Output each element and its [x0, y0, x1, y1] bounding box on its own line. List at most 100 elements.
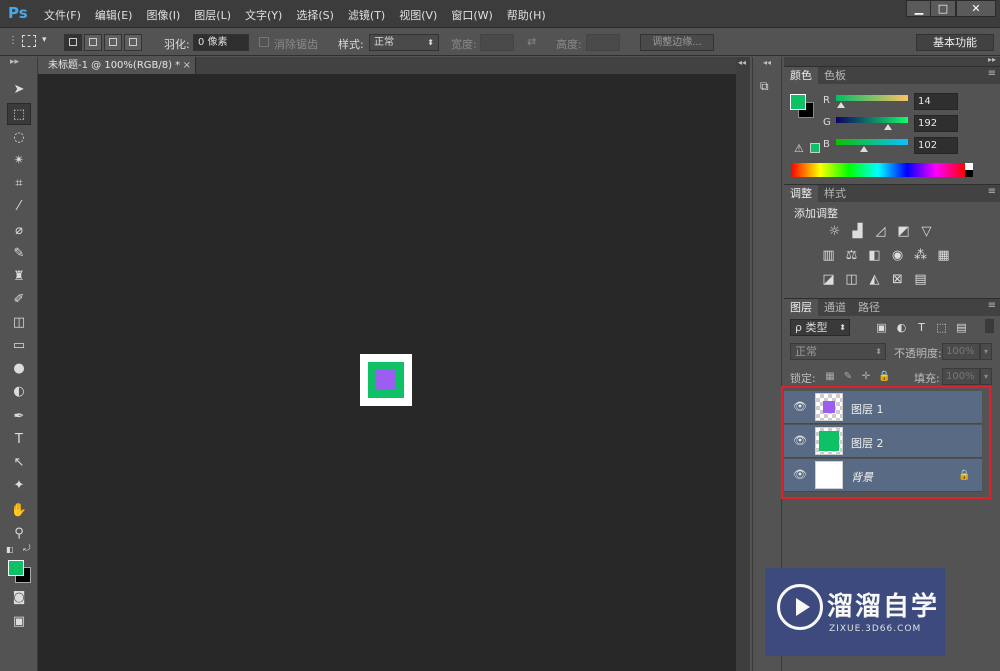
lasso-tool-icon[interactable]: ◌ [7, 127, 31, 149]
color-spectrum-bar[interactable] [791, 163, 965, 177]
new-selection-button[interactable] [64, 34, 82, 51]
chevron-down-icon[interactable]: ▾ [42, 35, 47, 45]
add-selection-button[interactable] [84, 34, 102, 51]
menu-select[interactable]: 选择(S) [296, 7, 334, 23]
menu-image[interactable]: 图像(I) [146, 7, 180, 23]
rect-marquee-tool-icon[interactable]: ⬚ [7, 103, 31, 125]
out-of-gamut-warning-icon[interactable]: ⚠ [794, 142, 804, 155]
canvas-area[interactable] [38, 74, 736, 671]
r-slider-thumb-icon[interactable] [837, 102, 845, 108]
channel-b-input[interactable]: 102 [914, 137, 958, 154]
feather-input[interactable]: 0 像素 [193, 34, 249, 51]
vibrance-icon[interactable]: ▽ [918, 223, 935, 240]
selective-color-icon[interactable]: ⊠ [889, 271, 906, 288]
rect-marquee-preset-icon[interactable] [22, 35, 36, 47]
exposure-icon[interactable]: ◩ [895, 223, 912, 240]
panel-menu-icon[interactable]: ≡ [988, 68, 996, 79]
g-slider-thumb-icon[interactable] [884, 124, 892, 130]
lock-transparent-icon[interactable]: ▦ [824, 371, 836, 383]
gradient-tool-icon[interactable]: ▭ [7, 335, 31, 357]
b-slider-thumb-icon[interactable] [860, 146, 868, 152]
refine-edge-button[interactable]: 调整边缘... [640, 34, 714, 51]
antialias-checkbox[interactable] [259, 37, 269, 47]
channel-r-input[interactable]: 14 [914, 93, 958, 110]
swap-icon[interactable]: ⇄ [527, 35, 536, 48]
gamut-color-swatch[interactable] [810, 143, 820, 153]
lock-pixels-icon[interactable]: ✎ [842, 371, 854, 383]
panel-foreground-swatch[interactable] [790, 94, 806, 110]
tab-styles[interactable]: 样式 [818, 185, 852, 202]
invert-icon[interactable]: ◪ [820, 271, 837, 288]
custom-shape-tool-icon[interactable]: ✦ [7, 475, 31, 497]
close-button[interactable]: ✕ [956, 0, 996, 17]
eyedropper-tool-icon[interactable]: ⁄ [7, 196, 31, 218]
menu-edit[interactable]: 编辑(E) [95, 7, 133, 23]
dodge-tool-icon[interactable]: ◐ [7, 381, 31, 403]
swap-colors-icon[interactable]: ⤾ [23, 544, 31, 554]
shape-filter-icon[interactable]: ⬚ [934, 319, 949, 336]
filter-toggle[interactable] [985, 319, 994, 333]
tab-adjustments[interactable]: 调整 [784, 185, 818, 202]
black-white-icon[interactable]: ◧ [866, 247, 883, 264]
channel-g-slider[interactable] [836, 117, 908, 123]
brush-tool-icon[interactable]: ✎ [7, 243, 31, 265]
brightness-contrast-icon[interactable]: ☼ [826, 223, 843, 240]
width-input[interactable] [480, 34, 514, 51]
quick-mask-icon[interactable]: ◙ [7, 587, 31, 609]
subtract-selection-button[interactable] [104, 34, 122, 51]
panel-menu-icon[interactable]: ≡ [988, 300, 996, 311]
channel-g-input[interactable]: 192 [914, 115, 958, 132]
blend-mode-select[interactable]: 正常 ⬍ [790, 343, 886, 360]
menu-filter[interactable]: 滤镜(T) [348, 7, 385, 23]
menu-file[interactable]: 文件(F) [44, 7, 81, 23]
history-panel-icon[interactable]: ⧉ [760, 79, 776, 95]
fill-dropdown-icon[interactable]: ▾ [980, 368, 992, 385]
gradient-map-icon[interactable]: ▤ [912, 271, 929, 288]
crop-tool-icon[interactable]: ⌗ [7, 173, 31, 195]
intersect-selection-button[interactable] [124, 34, 142, 51]
threshold-icon[interactable]: ◭ [866, 271, 883, 288]
curves-icon[interactable]: ◿ [872, 223, 889, 240]
style-select[interactable]: 正常 ⬍ [369, 34, 439, 51]
tab-swatches[interactable]: 色板 [818, 67, 852, 84]
document-canvas[interactable] [360, 354, 412, 406]
opacity-input[interactable]: 100% [942, 343, 980, 360]
menu-type[interactable]: 文字(Y) [245, 7, 282, 23]
channel-r-slider[interactable] [836, 95, 908, 101]
minimize-button[interactable]: ▁ [906, 0, 932, 17]
blur-tool-icon[interactable]: ● [7, 358, 31, 380]
clone-stamp-tool-icon[interactable]: ♜ [7, 266, 31, 288]
type-tool-icon[interactable]: T [7, 429, 31, 451]
lock-position-icon[interactable]: ✛ [860, 371, 872, 383]
hand-tool-icon[interactable]: ✋ [7, 500, 31, 522]
zoom-tool-icon[interactable]: ⚲ [7, 523, 31, 545]
menu-window[interactable]: 窗口(W) [451, 7, 492, 23]
workspace-select[interactable]: 基本功能 [916, 34, 994, 51]
collapse-panels-icon[interactable]: ▸▸ [988, 55, 996, 64]
channel-mixer-icon[interactable]: ⁂ [912, 247, 929, 264]
pixel-filter-icon[interactable]: ▣ [874, 319, 889, 336]
screen-mode-icon[interactable]: ▣ [7, 611, 31, 633]
menu-help[interactable]: 帮助(H) [507, 7, 546, 23]
panel-menu-icon[interactable]: ≡ [988, 186, 996, 197]
move-tool-icon[interactable]: ➤ [7, 79, 31, 101]
color-balance-icon[interactable]: ⚖ [843, 247, 860, 264]
menu-view[interactable]: 视图(V) [399, 7, 437, 23]
healing-brush-tool-icon[interactable]: ⌀ [7, 220, 31, 242]
tab-layers[interactable]: 图层 [784, 299, 818, 316]
pen-tool-icon[interactable]: ✒ [7, 406, 31, 428]
fill-input[interactable]: 100% [942, 368, 980, 385]
photo-filter-icon[interactable]: ◉ [889, 247, 906, 264]
tab-channels[interactable]: 通道 [818, 299, 852, 316]
expand-left-icon[interactable]: ◂◂ [738, 58, 746, 67]
type-filter-icon[interactable]: T [914, 319, 929, 336]
default-colors-icon[interactable]: ◧ [6, 545, 14, 554]
path-selection-tool-icon[interactable]: ↖ [7, 452, 31, 474]
tab-color[interactable]: 颜色 [784, 67, 818, 84]
maximize-button[interactable]: □ [930, 0, 956, 17]
smart-object-filter-icon[interactable]: ▤ [954, 319, 969, 336]
lock-all-icon[interactable]: 🔒 [878, 371, 890, 383]
layer-filter-select[interactable]: ρ 类型 ⬍ [790, 319, 850, 336]
eraser-tool-icon[interactable]: ◫ [7, 312, 31, 334]
height-input[interactable] [586, 34, 620, 51]
